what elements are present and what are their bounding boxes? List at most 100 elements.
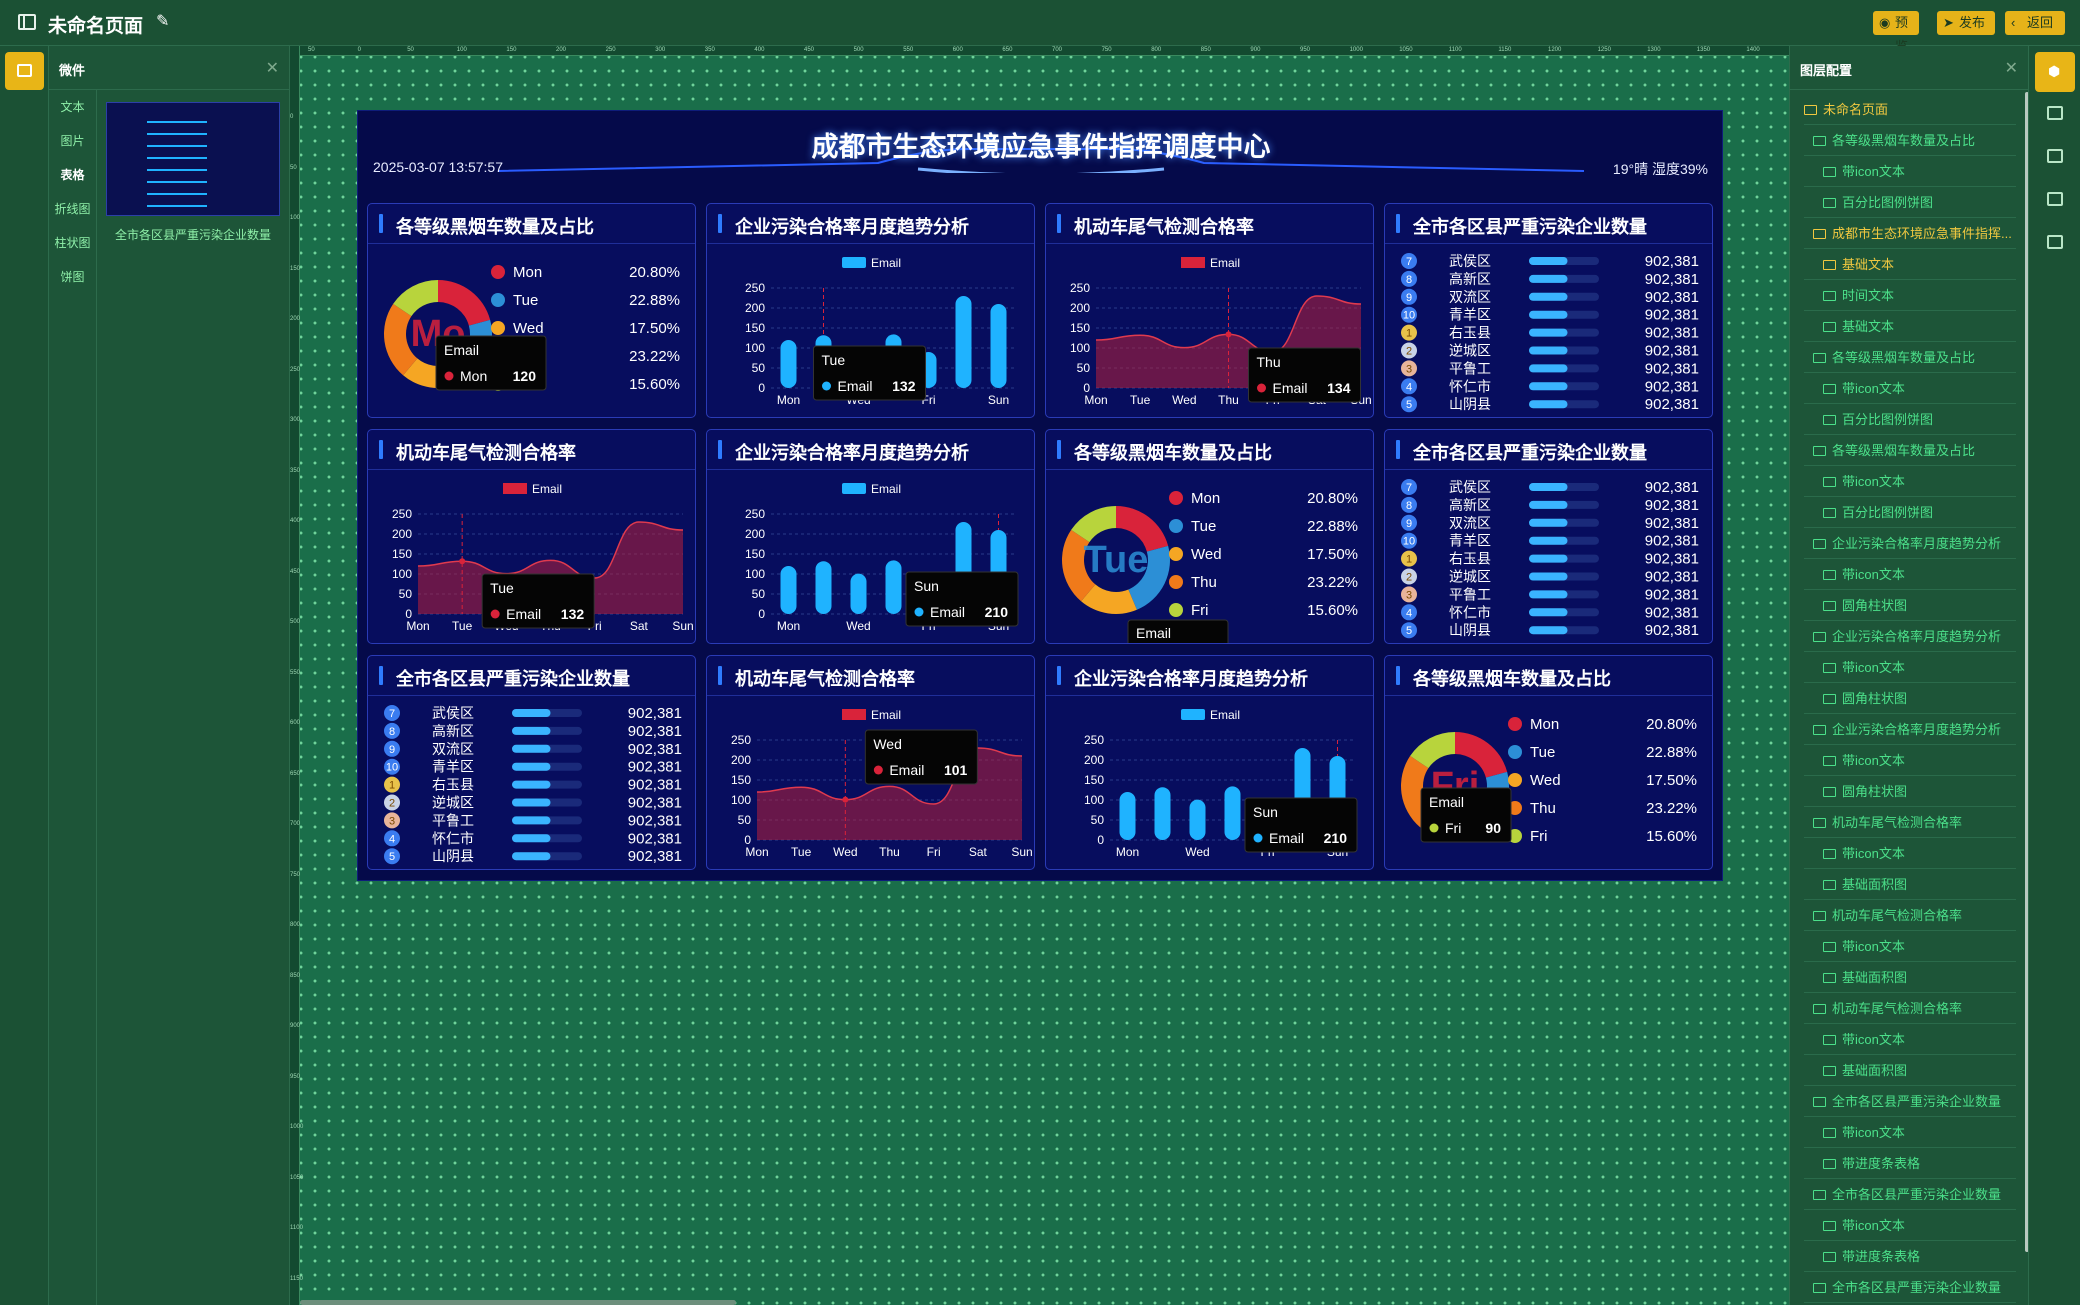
dashboard-panel-table[interactable]: 全市各区县严重污染企业数量 7 武侯区 902,381 8 高新区 902,381 9 双流区 9… xyxy=(1384,203,1713,418)
bar[interactable] xyxy=(815,561,832,614)
bar[interactable] xyxy=(1154,787,1171,840)
layer-item[interactable]: 圆角柱状图 xyxy=(1804,683,2016,714)
dashboard-panel-pie[interactable]: 各等级黑烟车数量及占比 Fri Mon 20.80% Tue 22.88% Wed 17.50… xyxy=(1384,655,1713,870)
panel-chart-area[interactable]: Email050100150200250MonTueWedThuFriSatSu… xyxy=(368,470,696,644)
close-icon[interactable]: ✕ xyxy=(266,58,279,78)
layer-item[interactable]: 带icon文本 xyxy=(1804,745,2016,776)
layer-item[interactable]: 带进度条表格 xyxy=(1804,1148,2016,1179)
category-line[interactable]: 折线图 xyxy=(49,192,96,226)
layer-item[interactable]: 机动车尾气检测合格率 xyxy=(1804,993,2016,1024)
panel-chart-table[interactable]: 7 武侯区 902,381 8 高新区 902,381 9 双流区 902,381 10 青羊区 90… xyxy=(368,696,696,870)
layer-item[interactable]: 基础文本 xyxy=(1804,249,2016,280)
panel-chart-bar[interactable]: Email050100150200250MonWedFriSunSunEmail… xyxy=(707,470,1035,644)
panel-chart-table[interactable]: 7 武侯区 902,381 8 高新区 902,381 9 双流区 902,381 10 青羊区 90… xyxy=(1385,470,1713,644)
layer-item[interactable]: 机动车尾气检测合格率 xyxy=(1804,900,2016,931)
dashboard-panel-area[interactable]: 机动车尾气检测合格率Email050100150200250MonTueWedT… xyxy=(706,655,1035,870)
monitor-icon[interactable] xyxy=(2047,149,2063,163)
edit-icon[interactable]: ✎ xyxy=(156,13,174,31)
data-point[interactable] xyxy=(1225,331,1232,338)
widget-thumbnail[interactable] xyxy=(106,102,280,216)
layer-item[interactable]: 机动车尾气检测合格率 xyxy=(1804,807,2016,838)
layer-item[interactable]: 时间文本 xyxy=(1804,280,2016,311)
dashboard-panel-bar[interactable]: 企业污染合格率月度趋势分析Email050100150200250MonWedF… xyxy=(706,203,1035,418)
dashboard-panel-area[interactable]: 机动车尾气检测合格率Email050100150200250MonTueWedT… xyxy=(1045,203,1374,418)
panel-chart-bar[interactable]: Email050100150200250MonWedFriSunSunEmail… xyxy=(1046,696,1374,870)
layer-item[interactable]: 带icon文本 xyxy=(1804,559,2016,590)
layer-item[interactable]: 带icon文本 xyxy=(1804,931,2016,962)
layer-item[interactable]: 百分比图例饼图 xyxy=(1804,404,2016,435)
layer-item[interactable]: 带icon文本 xyxy=(1804,373,2016,404)
widget-tool-button[interactable] xyxy=(5,52,44,90)
close-icon[interactable]: ✕ xyxy=(2005,58,2018,78)
layer-item[interactable]: 基础面积图 xyxy=(1804,869,2016,900)
layer-item[interactable]: 全市各区县严重污染企业数量 xyxy=(1804,1179,2016,1210)
dashboard-panel-table[interactable]: 全市各区县严重污染企业数量 7 武侯区 902,381 8 高新区 902,381 9 双流区 9… xyxy=(367,655,696,870)
layer-item[interactable]: 带icon文本 xyxy=(1804,1210,2016,1241)
layer-item[interactable]: 各等级黑烟车数量及占比 xyxy=(1804,125,2016,156)
bar[interactable] xyxy=(955,296,972,388)
layer-item[interactable]: 全市各区县严重污染企业数量 xyxy=(1804,1272,2016,1303)
layer-item[interactable]: 基础面积图 xyxy=(1804,962,2016,993)
category-text[interactable]: 文本 xyxy=(49,90,96,124)
layer-item[interactable]: 圆角柱状图 xyxy=(1804,590,2016,621)
back-button[interactable]: ‹ 返回 xyxy=(2005,11,2065,35)
layer-item[interactable]: 带icon文本 xyxy=(1804,156,2016,187)
layer-item[interactable]: 带icon文本 xyxy=(1804,1024,2016,1055)
bar[interactable] xyxy=(885,560,902,614)
layer-item[interactable]: 带icon文本 xyxy=(1804,1117,2016,1148)
layer-item[interactable]: 带进度条表格 xyxy=(1804,1241,2016,1272)
layer-item[interactable]: 圆角柱状图 xyxy=(1804,776,2016,807)
layer-item[interactable]: 各等级黑烟车数量及占比 xyxy=(1804,342,2016,373)
dashboard-panel-pie[interactable]: 各等级黑烟车数量及占比 Mo Mon 20.80% Tue 22.88% Wed 17.50%… xyxy=(367,203,696,418)
layout-icon[interactable] xyxy=(18,14,36,30)
data-point[interactable] xyxy=(842,796,849,803)
bar[interactable] xyxy=(990,304,1007,388)
layer-item[interactable]: 基础文本 xyxy=(1804,311,2016,342)
layer-config-button[interactable]: ⬢ xyxy=(2035,52,2075,92)
data-point[interactable] xyxy=(459,558,466,565)
bar[interactable] xyxy=(1224,786,1241,840)
preview-button[interactable]: ◉预览 xyxy=(1873,11,1919,54)
dashboard-panel-pie[interactable]: 各等级黑烟车数量及占比 Tue Mon 20.80% Tue 22.88% Wed 17.50… xyxy=(1045,429,1374,644)
panel-chart-area[interactable]: Email050100150200250MonTueWedThuFriSatSu… xyxy=(707,696,1035,870)
panel-chart-pie[interactable]: Tue Mon 20.80% Tue 22.88% Wed 17.50% Thu 23.22% F… xyxy=(1046,470,1374,644)
dashboard-screen[interactable]: 成都市生态环境应急事件指挥调度中心 2025-03-07 13:57:57 19… xyxy=(357,110,1723,881)
layer-item[interactable]: 成都市生态环境应急事件指挥... xyxy=(1804,218,2016,249)
folder-icon xyxy=(1823,1035,1836,1045)
layer-item[interactable]: 未命名页面 xyxy=(1804,94,2016,125)
panel-chart-pie[interactable]: Fri Mon 20.80% Tue 22.88% Wed 17.50% Thu 23.22% F… xyxy=(1385,696,1713,870)
bar[interactable] xyxy=(1189,799,1206,840)
bar[interactable] xyxy=(780,566,797,614)
page-icon[interactable] xyxy=(2047,235,2063,249)
layer-item[interactable]: 带icon文本 xyxy=(1804,466,2016,497)
chart-icon[interactable] xyxy=(2047,192,2063,206)
layer-item[interactable]: 全市各区县严重污染企业数量 xyxy=(1804,1086,2016,1117)
category-pie[interactable]: 饼图 xyxy=(49,260,96,294)
publish-button[interactable]: ➤ 发布 xyxy=(1937,11,1995,35)
layer-item[interactable]: 企业污染合格率月度趋势分析 xyxy=(1804,714,2016,745)
dashboard-panel-table[interactable]: 全市各区县严重污染企业数量 7 武侯区 902,381 8 高新区 902,381 9 双流区 9… xyxy=(1384,429,1713,644)
bar[interactable] xyxy=(780,340,797,388)
layer-item[interactable]: 各等级黑烟车数量及占比 xyxy=(1804,435,2016,466)
bar[interactable] xyxy=(850,573,867,614)
dashboard-panel-bar[interactable]: 企业污染合格率月度趋势分析Email050100150200250MonWedF… xyxy=(1045,655,1374,870)
category-table[interactable]: 表格 xyxy=(49,158,96,192)
panel-chart-table[interactable]: 7 武侯区 902,381 8 高新区 902,381 9 双流区 902,381 10 青羊区 90… xyxy=(1385,244,1713,418)
layer-item[interactable]: 基础面积图 xyxy=(1804,1055,2016,1086)
layer-item[interactable]: 企业污染合格率月度趋势分析 xyxy=(1804,528,2016,559)
panel-chart-bar[interactable]: Email050100150200250MonWedFriSunTueEmail… xyxy=(707,244,1035,418)
layer-item[interactable]: 企业污染合格率月度趋势分析 xyxy=(1804,621,2016,652)
layer-item[interactable]: 百分比图例饼图 xyxy=(1804,187,2016,218)
horizontal-scrollbar[interactable] xyxy=(300,1300,736,1305)
panel-chart-area[interactable]: Email050100150200250MonTueWedThuFriSatSu… xyxy=(1046,244,1374,418)
bar[interactable] xyxy=(1119,792,1136,840)
layer-item[interactable]: 带icon文本 xyxy=(1804,838,2016,869)
layer-item[interactable]: 百分比图例饼图 xyxy=(1804,497,2016,528)
dashboard-panel-bar[interactable]: 企业污染合格率月度趋势分析Email050100150200250MonWedF… xyxy=(706,429,1035,644)
layer-item[interactable]: 带icon文本 xyxy=(1804,652,2016,683)
panel-chart-pie[interactable]: MoMon20.80%Tue22.88%Wed17.50%Thu23.22%Fr… xyxy=(368,244,696,418)
dashboard-panel-area[interactable]: 机动车尾气检测合格率Email050100150200250MonTueWedT… xyxy=(367,429,696,644)
puzzle-icon[interactable] xyxy=(2047,106,2063,120)
category-bar[interactable]: 柱状图 xyxy=(49,226,96,260)
category-image[interactable]: 图片 xyxy=(49,124,96,158)
